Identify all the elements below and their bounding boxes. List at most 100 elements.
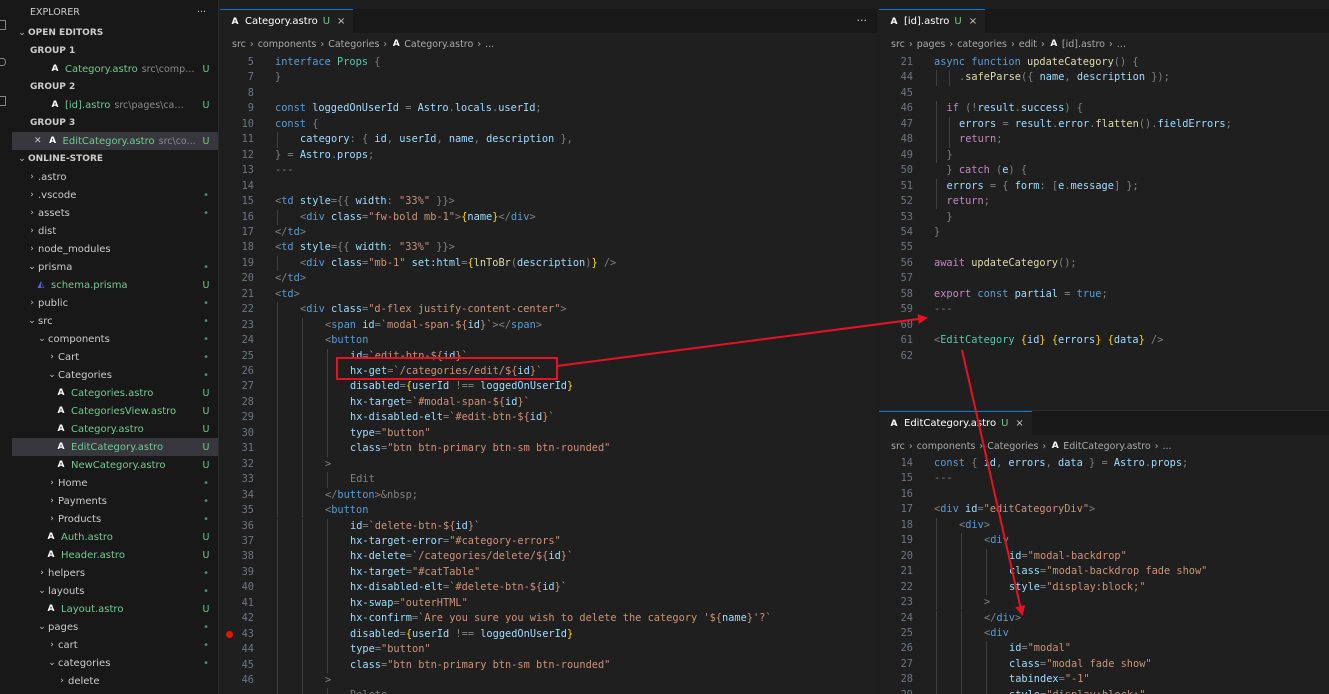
code-line[interactable]: 50 } catch (e) { bbox=[879, 163, 1329, 178]
open-editor-item[interactable]: ✕ A EditCategory.astro src\co... U bbox=[12, 132, 218, 150]
open-editors-section[interactable]: ⌄ OPEN EDITORS bbox=[12, 24, 218, 42]
code-line[interactable]: 14 const { id, errors, data } = Astro.pro… bbox=[879, 456, 1329, 471]
folder-item[interactable]: › delete bbox=[12, 672, 218, 690]
folder-item[interactable]: › .vscode • bbox=[12, 186, 218, 204]
breadcrumb-item[interactable]: Category.astro bbox=[404, 39, 473, 50]
code-line[interactable]: 23 > bbox=[879, 595, 1329, 611]
code-line[interactable]: 43 disabled={userId !== loggedOnUserId} bbox=[220, 626, 877, 643]
code-line[interactable]: 9 const loggedOnUserId = Astro.locals.use… bbox=[220, 101, 877, 116]
file-item[interactable]: A Header.astro U bbox=[12, 546, 218, 564]
code-line[interactable]: 61 <EditCategory {id} {errors} {data} /> bbox=[879, 333, 1329, 348]
breadcrumb-item[interactable]: [id].astro bbox=[1062, 39, 1105, 50]
code-line[interactable]: 45 class="btn btn-primary btn-sm btn-roun… bbox=[220, 657, 877, 673]
breakpoint-icon[interactable] bbox=[226, 630, 233, 638]
code-area[interactable]: 14 const { id, errors, data } = Astro.pro… bbox=[879, 456, 1329, 694]
file-item[interactable]: A Category.astro U bbox=[12, 420, 218, 438]
folder-item[interactable]: › .astro bbox=[12, 168, 218, 186]
code-line[interactable]: 58 export const partial = true; bbox=[879, 287, 1329, 302]
code-line[interactable]: 24 </div> bbox=[879, 610, 1329, 626]
code-line[interactable]: 17 </td> bbox=[220, 225, 877, 240]
code-line[interactable]: 37 hx-target-error="#category-errors" bbox=[220, 533, 877, 550]
code-line[interactable]: 22 <div class="d-flex justify-content-cen… bbox=[220, 302, 877, 318]
breadcrumb-item[interactable]: ... bbox=[1117, 39, 1126, 50]
folder-item[interactable]: ⌄ src • bbox=[12, 312, 218, 330]
open-editor-item[interactable]: A [id].astrosrc\pages\catego... U bbox=[12, 96, 218, 114]
code-line[interactable]: 7} bbox=[220, 70, 877, 85]
code-line[interactable]: 19 <div class="mb-1" set:html={lnToBr(des… bbox=[220, 255, 877, 272]
breadcrumb-item[interactable]: categories bbox=[957, 39, 1007, 50]
code-line[interactable]: 54} bbox=[879, 225, 1329, 240]
file-item[interactable]: A CategoriesView.astro U bbox=[12, 402, 218, 420]
code-line[interactable]: 16 <div class="fw-bold mb-1">{name}</div> bbox=[220, 209, 877, 225]
code-line[interactable]: 44 type="button" bbox=[220, 642, 877, 658]
code-line[interactable]: 27 class="modal fade show" bbox=[879, 656, 1329, 673]
folder-item[interactable]: › node_modules bbox=[12, 240, 218, 258]
code-line[interactable]: 41 hx-swap="outerHTML" bbox=[220, 595, 877, 612]
breadcrumb-item[interactable]: src bbox=[891, 39, 905, 50]
code-line[interactable]: 39 hx-target="#catTable" bbox=[220, 564, 877, 581]
code-line[interactable]: 56 await updateCategory(); bbox=[879, 256, 1329, 271]
code-line[interactable]: 12} = Astro.props; bbox=[220, 148, 877, 163]
code-line[interactable]: 13 --- bbox=[220, 163, 877, 178]
code-line[interactable]: 21 <td> bbox=[220, 287, 877, 302]
folder-item[interactable]: ⌄ prisma • bbox=[12, 258, 218, 276]
code-line[interactable]: 21 class="modal-backdrop fade show" bbox=[879, 564, 1329, 580]
code-line[interactable]: 40 hx-disabled-elt=`#delete-btn-${id}` bbox=[220, 580, 877, 596]
tab-id-astro[interactable]: A [id].astro U × bbox=[879, 9, 986, 33]
code-line[interactable]: 33 Edit bbox=[220, 472, 877, 488]
code-line[interactable]: 46 > bbox=[220, 673, 877, 689]
code-line[interactable]: 20 id="modal-backdrop" bbox=[879, 548, 1329, 565]
breadcrumb-item[interactable]: pages bbox=[917, 39, 946, 50]
folder-item[interactable]: ⌄ components • bbox=[12, 330, 218, 348]
folder-item[interactable]: › Home • bbox=[12, 474, 218, 492]
folder-item[interactable]: › Cart • bbox=[12, 348, 218, 366]
code-line[interactable]: 5 interface Props { bbox=[220, 55, 877, 70]
folder-item[interactable]: › Products • bbox=[12, 510, 218, 528]
code-line[interactable]: 29 style="display:block;" bbox=[879, 687, 1329, 694]
code-line[interactable]: 16 bbox=[879, 487, 1329, 502]
folder-item[interactable]: ⌄ pages • bbox=[12, 618, 218, 636]
file-item[interactable]: ◭ schema.prisma U bbox=[12, 276, 218, 294]
code-line[interactable]: 27 disabled={userId !== loggedOnUserId} bbox=[220, 379, 877, 395]
breadcrumb-item[interactable]: Categories bbox=[987, 441, 1038, 452]
close-icon[interactable]: × bbox=[337, 16, 345, 27]
code-line[interactable]: 32 > bbox=[220, 456, 877, 473]
breadcrumb-item[interactable]: EditCategory.astro bbox=[1063, 441, 1150, 452]
source-control-icon[interactable] bbox=[0, 96, 6, 106]
close-icon[interactable]: ✕ bbox=[34, 136, 42, 146]
code-line[interactable]: 59 --- bbox=[879, 302, 1329, 317]
breadcrumb-item[interactable]: src bbox=[232, 39, 246, 50]
breadcrumb-item[interactable]: edit bbox=[1019, 39, 1037, 50]
code-line[interactable]: 8 bbox=[220, 86, 877, 101]
code-line[interactable]: 31 class="btn btn-primary btn-sm btn-roun… bbox=[220, 441, 877, 457]
code-line[interactable]: 28 hx-target=`#modal-span-${id}` bbox=[220, 394, 877, 411]
code-line[interactable]: 26 id="modal" bbox=[879, 641, 1329, 657]
code-line[interactable]: 15 --- bbox=[879, 471, 1329, 486]
code-line[interactable]: 53 } bbox=[879, 210, 1329, 225]
code-line[interactable]: 23 <span id=`modal-span-${id}`></span> bbox=[220, 317, 877, 334]
code-line[interactable]: 48 return; bbox=[879, 132, 1329, 148]
folder-item[interactable]: › Payments • bbox=[12, 492, 218, 510]
code-line[interactable]: 35 <button bbox=[220, 503, 877, 519]
breadcrumb-item[interactable]: ... bbox=[1163, 441, 1172, 452]
code-line[interactable]: 49} bbox=[879, 147, 1329, 164]
folder-item[interactable]: › cart • bbox=[12, 636, 218, 654]
tab-category-astro[interactable]: A Category.astro U × bbox=[220, 9, 354, 33]
folder-item[interactable]: ⌄ Categories • bbox=[12, 366, 218, 384]
code-line[interactable]: 44 .safeParse({ name, description }); bbox=[879, 70, 1329, 86]
code-line[interactable]: 25 id=`edit-btn-${id}` bbox=[220, 348, 877, 364]
code-area[interactable]: 5 interface Props {7} 8 9 const loggedOnUser… bbox=[220, 55, 877, 694]
code-line[interactable]: 38 hx-delete=`/categories/delete/${id}` bbox=[220, 549, 877, 565]
folder-item[interactable]: › dist bbox=[12, 222, 218, 240]
code-line[interactable]: 57 bbox=[879, 271, 1329, 286]
code-line[interactable]: 15 <td style={{ width: "33%" }}> bbox=[220, 194, 877, 209]
folder-item[interactable]: › public • bbox=[12, 294, 218, 312]
open-editor-item[interactable]: A Category.astro src\compo... U bbox=[12, 60, 218, 78]
code-line[interactable]: 20 </td> bbox=[220, 271, 877, 286]
search-icon[interactable] bbox=[0, 58, 6, 66]
code-line[interactable]: 45 bbox=[879, 86, 1329, 101]
explorer-icon[interactable] bbox=[0, 20, 6, 30]
code-line[interactable]: 47 errors = result.error.flatten().fieldE… bbox=[879, 116, 1329, 133]
code-line[interactable]: 18 <div> bbox=[879, 517, 1329, 534]
code-line[interactable]: 29 hx-disabled-elt=`#edit-btn-${id}` bbox=[220, 410, 877, 426]
